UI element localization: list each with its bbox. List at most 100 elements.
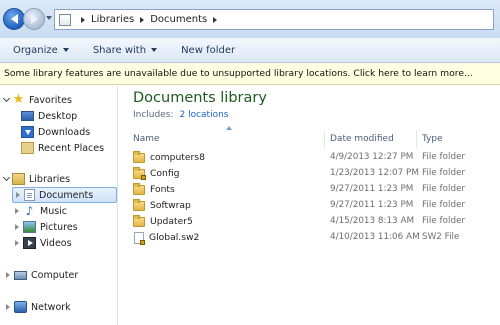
pictures-icon [23,221,36,233]
nav-pictures[interactable]: Pictures [15,219,78,235]
expand-icon[interactable] [2,173,11,182]
videos-icon [23,237,36,249]
breadcrumb-libraries[interactable]: Libraries [91,14,134,25]
nav-documents[interactable]: Documents [12,187,117,203]
file-name: Updater5 [150,216,193,227]
back-arrow-icon [10,14,18,24]
file-date: 1/23/2013 12:07 PM [330,168,419,178]
column-divider[interactable] [416,130,417,148]
command-bar: Organize Share with New folder [0,38,500,63]
star-icon: ★ [12,92,25,107]
forward-arrow-icon [30,14,38,24]
file-date: 4/15/2013 8:13 AM [330,216,415,226]
chevron-right-icon[interactable] [213,16,218,23]
nav-pictures-label: Pictures [40,221,78,233]
chevron-down-icon [62,48,69,52]
file-type: SW2 File [422,232,460,242]
includes-label: Includes: [133,110,174,120]
nav-music[interactable]: ♪ Music [15,203,67,219]
nav-downloads-label: Downloads [38,126,91,138]
chevron-right-icon[interactable] [15,208,19,214]
recent-places-icon [21,142,34,154]
column-divider[interactable] [324,130,325,148]
chevron-down-icon [151,48,158,52]
file-type: File folder [422,152,466,162]
file-name: Softwrap [150,200,191,211]
nav-favorites-label: Favorites [29,94,72,106]
nav-network-label: Network [31,301,71,313]
info-bar[interactable]: Some library features are unavailable du… [0,63,500,85]
folder-icon [133,214,145,227]
chevron-right-icon[interactable] [16,192,20,198]
documents-icon [24,189,35,201]
nav-music-label: Music [40,205,68,217]
new-folder-button[interactable]: New folder [181,45,235,56]
sort-ascending-icon [226,126,232,130]
address-row: Libraries Documents [0,0,500,38]
file-list-pane: Documents library Includes: 2 locations N… [119,86,500,325]
network-icon [14,301,27,313]
nav-recent-places[interactable]: Recent Places [21,140,104,156]
file-type: File folder [422,168,466,178]
nav-libraries-label: Libraries [29,173,71,185]
nav-videos-label: Videos [40,237,72,249]
column-header-date-modified[interactable]: Date modified [330,131,394,147]
recent-pages-dropdown[interactable] [46,16,52,20]
file-name: Fonts [150,184,175,195]
info-bar-message: Some library features are unavailable du… [4,68,473,79]
folder-icon [133,150,145,163]
file-type: File folder [422,184,466,194]
downloads-icon [21,126,34,138]
chevron-right-icon[interactable] [81,16,85,23]
file-row-config[interactable]: Config 1/23/2013 12:07 PM File folder [119,166,500,181]
file-type: File folder [422,200,466,210]
chevron-right-icon[interactable] [15,224,19,230]
locations-link[interactable]: 2 locations [179,110,228,120]
file-date: 9/27/2011 1:23 PM [330,184,414,194]
folder-icon [133,182,145,195]
folder-icon [133,198,145,211]
file-date: 9/27/2011 1:23 PM [330,200,414,210]
file-date: 4/9/2013 12:27 PM [330,152,414,162]
nav-desktop[interactable]: Desktop [21,108,77,124]
file-row-fonts[interactable]: Fonts 9/27/2011 1:23 PM File folder [119,182,500,197]
column-date-label: Date modified [330,134,394,144]
nav-downloads[interactable]: Downloads [21,124,90,140]
expand-icon[interactable] [2,94,11,103]
computer-icon [14,270,27,280]
back-button[interactable] [3,8,25,30]
forward-button[interactable] [23,8,45,30]
chevron-right-icon[interactable] [15,240,19,246]
chevron-right-icon[interactable] [140,16,145,23]
organize-label: Organize [13,44,58,56]
navigation-pane: ★ Favorites Desktop Downloads Recent Pla… [0,86,118,325]
file-row-global-sw2[interactable]: Global.sw2 4/10/2013 11:06 AM SW2 File [119,230,500,245]
nav-network[interactable]: Network [6,299,71,315]
chevron-right-icon[interactable] [6,272,10,278]
address-bar[interactable]: Libraries Documents [54,9,494,30]
library-title: Documents library [133,90,267,106]
nav-videos[interactable]: Videos [15,235,72,251]
share-with-button[interactable]: Share with [92,44,158,56]
nav-computer[interactable]: Computer [6,267,78,283]
file-row-computers8[interactable]: computers8 4/9/2013 12:27 PM File folder [119,150,500,165]
new-folder-label: New folder [181,44,236,56]
file-name: computers8 [150,152,205,163]
column-header-name[interactable]: Name [133,131,160,147]
file-row-softwrap[interactable]: Softwrap 9/27/2011 1:23 PM File folder [119,198,500,213]
breadcrumb-documents[interactable]: Documents [150,14,207,25]
column-type-label: Type [422,134,443,144]
chevron-right-icon[interactable] [6,304,10,310]
organize-button[interactable]: Organize [13,45,69,56]
column-name-label: Name [133,134,160,144]
desktop-icon [21,111,34,121]
nav-desktop-label: Desktop [38,110,78,122]
nav-computer-label: Computer [31,269,79,281]
share-with-label: Share with [92,44,147,56]
libraries-icon [12,173,25,185]
nav-favorites[interactable]: ★ Favorites [2,92,72,108]
column-header-type[interactable]: Type [422,131,443,147]
file-name: Config [150,168,180,179]
file-row-updater5[interactable]: Updater5 4/15/2013 8:13 AM File folder [119,214,500,229]
nav-libraries[interactable]: Libraries [2,171,71,187]
